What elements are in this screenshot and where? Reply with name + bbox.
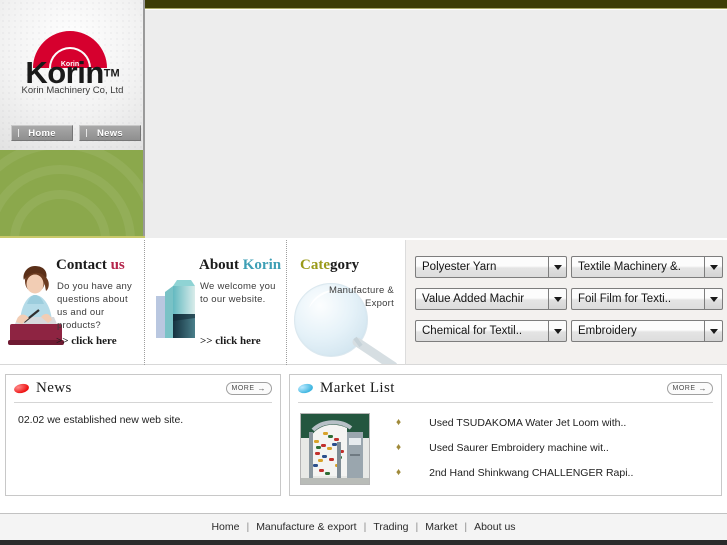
chevron-down-icon[interactable] (705, 288, 723, 310)
footer-divider: | (363, 521, 367, 533)
promo-about-body: We welcome you to our website. (200, 281, 276, 305)
footer-link-market[interactable]: Market (425, 521, 457, 533)
chevron-down-icon[interactable] (549, 320, 567, 342)
promo-contact-title-accent: us (110, 257, 125, 273)
news-item-date: 02.02 (18, 414, 45, 426)
dropdown-foil-film-value[interactable]: Foil Film for Texti.. (571, 288, 705, 310)
category-dropdown-panel: Polyester Yarn Textile Machinery &. Valu… (405, 240, 727, 365)
dropdown-textile-machinery[interactable]: Textile Machinery &. (571, 256, 723, 278)
market-more-label: MORE (672, 385, 696, 392)
market-list-item[interactable]: ♦ Used TSUDAKOMA Water Jet Loom with.. (396, 417, 711, 429)
dropdown-polyester-yarn[interactable]: Polyester Yarn (415, 256, 567, 278)
category-dropdown-grid: Polyester Yarn Textile Machinery &. Valu… (415, 256, 723, 342)
office-building-icon (156, 280, 195, 338)
promo-contact-us[interactable]: Contact us Do you have any questions abo… (0, 240, 145, 365)
dropdown-embroidery[interactable]: Embroidery (571, 320, 723, 342)
dropdown-textile-machinery-value[interactable]: Textile Machinery &. (571, 256, 705, 278)
header-nav-buttons: Home News (11, 125, 141, 141)
content-gutter (0, 365, 727, 374)
footer-navigation: Home | Manufacture & export | Trading | … (0, 514, 727, 540)
promo-category-title: Category (300, 257, 360, 273)
market-list-panel: Market List MORE → ♦ Used TSUDAKOMA Wate… (289, 374, 722, 496)
chevron-down-icon[interactable] (549, 288, 567, 310)
market-thumbnail-image[interactable] (300, 413, 370, 485)
diamond-bullet-icon: ♦ (396, 442, 402, 453)
news-more-button[interactable]: MORE → (225, 382, 272, 395)
promo-about-korin[interactable]: About Korin We welcome you to our websit… (145, 240, 287, 365)
dropdown-polyester-yarn-value[interactable]: Polyester Yarn (415, 256, 549, 278)
green-panel-underline (0, 236, 145, 238)
promo-category-body: Manufacture & Export (328, 285, 394, 309)
dropdown-chemical-for-textile-value[interactable]: Chemical for Textil.. (415, 320, 549, 342)
dropdown-value-added-machinery[interactable]: Value Added Machir (415, 288, 567, 310)
news-panel-title: News (36, 380, 72, 396)
promo-contact-title: Contact us (56, 257, 125, 273)
promo-contact-body: Do you have any questions about us and o… (57, 281, 133, 331)
market-item-text: Used Saurer Embroidery machine wit.. (429, 442, 609, 454)
market-items-list: ♦ Used TSUDAKOMA Water Jet Loom with.. ♦… (396, 413, 711, 492)
promo-category[interactable]: Category Manufacture & Export (287, 240, 405, 365)
nav-news-button[interactable]: News (79, 125, 141, 141)
promo-about-cta[interactable]: >> click here (200, 335, 261, 347)
logo-company-name: Korin Machinery Co, Ltd (21, 85, 124, 96)
hero-empty-area (145, 10, 727, 238)
page-root: Korin KorinTM Korin Machinery Co, Ltd Ho… (0, 0, 727, 545)
chevron-down-icon[interactable] (549, 256, 567, 278)
green-decorative-panel (0, 150, 145, 238)
blue-ellipse-icon (297, 382, 314, 395)
promo-contact-cta[interactable]: >> click here (56, 335, 117, 347)
diamond-bullet-icon: ♦ (396, 467, 402, 478)
logo-panel: Korin KorinTM Korin Machinery Co, Ltd Ho… (0, 0, 145, 150)
logo-tm-mark: TM (103, 67, 120, 80)
footer-divider: | (246, 521, 250, 533)
news-item[interactable]: 02.02 we established new web site. (18, 414, 270, 426)
diamond-bullet-icon: ♦ (396, 417, 402, 428)
market-list-item[interactable]: ♦ Used Saurer Embroidery machine wit.. (396, 442, 711, 454)
market-panel-title: Market List (320, 380, 395, 396)
market-more-button[interactable]: MORE → (666, 382, 713, 395)
news-panel-header: News MORE → (13, 375, 272, 403)
market-body: ♦ Used TSUDAKOMA Water Jet Loom with.. ♦… (290, 403, 721, 492)
top-olive-bar (145, 0, 727, 9)
market-panel-header: Market List MORE → (297, 375, 713, 403)
nav-home-button[interactable]: Home (11, 125, 73, 141)
news-more-label: MORE (231, 385, 255, 392)
textile-machine-photo (301, 414, 369, 484)
news-panel: News MORE → 02.02 we established new web… (5, 374, 281, 496)
arrow-right-icon: → (698, 383, 707, 393)
footer-link-about-us[interactable]: About us (474, 521, 515, 533)
footer-link-manufacture-export[interactable]: Manufacture & export (256, 521, 356, 533)
dropdown-foil-film[interactable]: Foil Film for Texti.. (571, 288, 723, 310)
footer-bottom-bar (0, 540, 727, 545)
market-list-item[interactable]: ♦ 2nd Hand Shinkwang CHALLENGER Rapi.. (396, 467, 711, 479)
red-ellipse-icon (13, 382, 30, 395)
footer-link-home[interactable]: Home (211, 521, 239, 533)
chevron-down-icon[interactable] (705, 320, 723, 342)
dropdown-value-added-machinery-value[interactable]: Value Added Machir (415, 288, 549, 310)
dropdown-embroidery-value[interactable]: Embroidery (571, 320, 705, 342)
footer-divider: | (464, 521, 468, 533)
promo-category-title-accent: Cate (300, 257, 330, 273)
news-list: 02.02 we established new web site. (6, 403, 280, 426)
promo-row: Contact us Do you have any questions abo… (0, 240, 405, 365)
promo-about-title-accent: Korin (242, 257, 282, 273)
news-item-text: we established new web site. (47, 414, 184, 426)
arrow-right-icon: → (257, 383, 266, 393)
promo-about-title: About Korin (199, 257, 282, 273)
footer-link-trading[interactable]: Trading (373, 521, 408, 533)
chevron-down-icon[interactable] (705, 256, 723, 278)
market-item-text: Used TSUDAKOMA Water Jet Loom with.. (429, 417, 627, 429)
dropdown-chemical-for-textile[interactable]: Chemical for Textil.. (415, 320, 567, 342)
market-item-text: 2nd Hand Shinkwang CHALLENGER Rapi.. (429, 467, 634, 479)
footer-divider: | (415, 521, 419, 533)
